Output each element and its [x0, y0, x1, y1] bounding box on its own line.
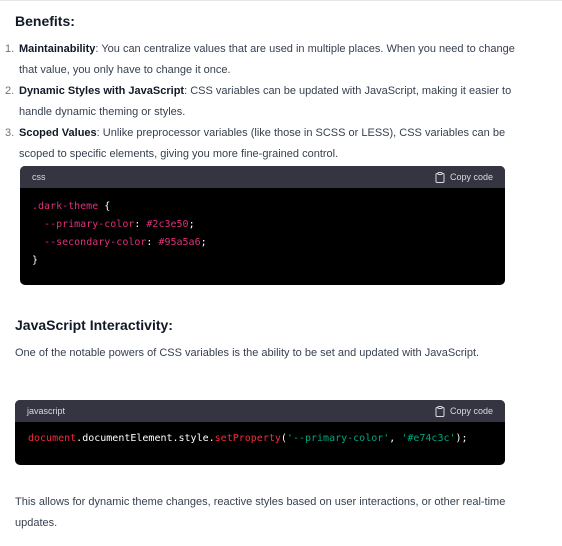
code-token: document	[28, 433, 77, 444]
closing-paragraph: This allows for dynamic theme changes, r…	[15, 496, 506, 529]
code-token: {	[98, 201, 111, 212]
code-language-label: javascript	[27, 406, 66, 416]
list-number: 1.	[5, 43, 15, 55]
list-item-title: Dynamic Styles with JavaScript	[19, 85, 185, 97]
code-token: #95a5a6	[158, 237, 201, 248]
code-token: ;	[188, 219, 195, 230]
code-token: '--primary-color'	[286, 433, 390, 444]
code-token: }	[32, 255, 39, 266]
code-token: --secondary-color	[44, 237, 147, 248]
code-token: :	[146, 237, 159, 248]
copy-code-label: Copy code	[449, 406, 493, 416]
css-code-block: css Copy code .dark-theme { --primary-co…	[20, 166, 505, 285]
clipboard-icon	[435, 405, 445, 417]
code-token: #2c3e50	[146, 219, 189, 230]
list-number: 2.	[5, 85, 15, 97]
code-token: .documentElement.style.	[76, 433, 215, 444]
code-token: setProperty	[214, 433, 281, 444]
code-token: '#e74c3c'	[401, 433, 456, 444]
code-token: --primary-color	[44, 219, 135, 230]
code-body[interactable]: document.documentElement.style.setProper…	[15, 422, 505, 456]
list-item-title: Maintainability	[19, 43, 96, 55]
list-number: 3.	[5, 127, 15, 139]
list-item-title: Scoped Values	[19, 127, 97, 139]
js-intro-paragraph: One of the notable powers of CSS variabl…	[15, 347, 480, 359]
clipboard-icon	[435, 171, 445, 183]
code-token: .dark-theme	[32, 201, 99, 212]
benefits-list: 1. Maintainability: You can centralize v…	[0, 39, 530, 165]
code-token: );	[455, 433, 468, 444]
code-token: ;	[200, 237, 207, 248]
list-item: 3. Scoped Values: Unlike preprocessor va…	[0, 123, 530, 165]
list-item: 1. Maintainability: You can centralize v…	[0, 39, 530, 81]
code-header: javascript Copy code	[15, 400, 505, 422]
code-language-label: css	[32, 172, 46, 182]
code-token: :	[134, 219, 147, 230]
list-item: 2. Dynamic Styles with JavaScript: CSS v…	[0, 81, 530, 123]
code-header: css Copy code	[20, 166, 505, 188]
js-code-block: javascript Copy code document.documentEl…	[15, 400, 505, 465]
code-body[interactable]: .dark-theme { --primary-color: #2c3e50; …	[20, 188, 505, 280]
js-interactivity-heading: JavaScript Interactivity:	[15, 317, 173, 333]
copy-code-button[interactable]: Copy code	[435, 171, 493, 183]
copy-code-label: Copy code	[449, 172, 493, 182]
top-divider	[0, 0, 562, 4]
code-token: ,	[389, 433, 402, 444]
benefits-heading: Benefits:	[15, 13, 75, 29]
copy-code-button[interactable]: Copy code	[435, 405, 493, 417]
